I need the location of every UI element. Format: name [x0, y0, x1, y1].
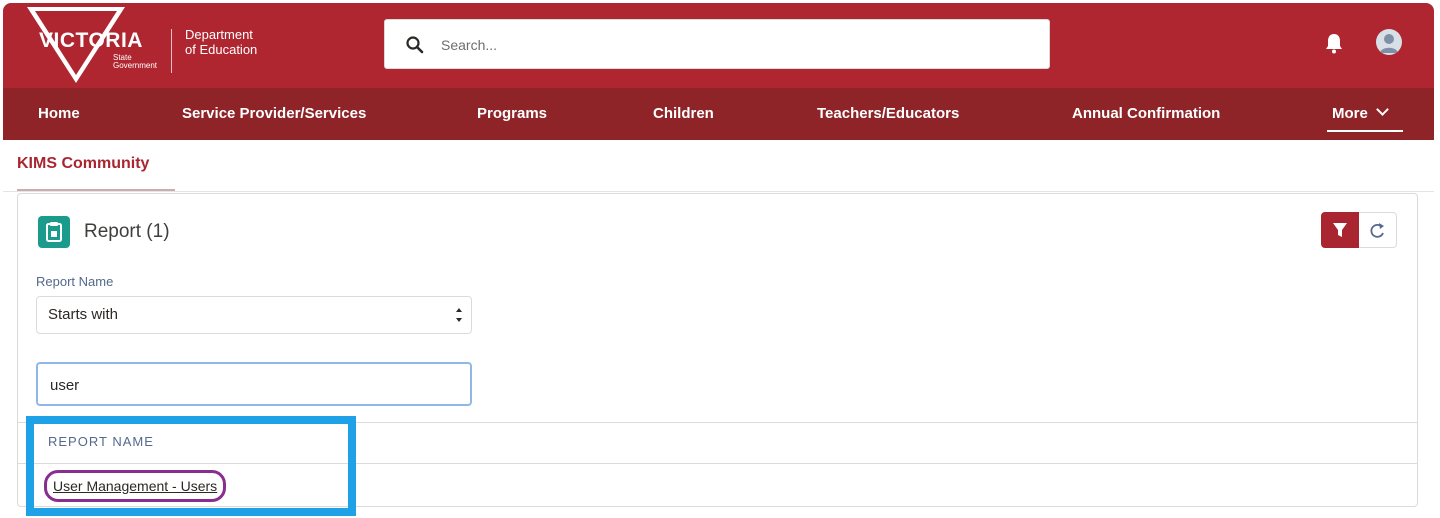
filter-icon [1333, 223, 1347, 237]
avatar-icon[interactable] [1376, 29, 1402, 55]
operator-select-value: Starts with [48, 306, 119, 323]
global-search[interactable] [384, 19, 1050, 69]
nav-item-home[interactable]: Home [38, 88, 80, 140]
nav-more-label: More [1332, 105, 1368, 122]
nav-item-programs[interactable]: Programs [477, 88, 547, 140]
victoria-logo[interactable]: VICTORIA State Government [27, 7, 159, 83]
main-nav: Home Service Provider/Services Programs … [3, 88, 1434, 140]
logo-subtext: State Government [113, 53, 158, 70]
search-input[interactable] [441, 30, 1031, 60]
clipboard-icon [46, 222, 62, 242]
nav-more-menu[interactable]: More [1327, 88, 1403, 132]
select-arrows-icon [456, 308, 462, 322]
nav-item-service-provider-services[interactable]: Service Provider/Services [182, 88, 366, 140]
bell-icon[interactable] [1322, 31, 1346, 55]
nav-item-annual-confirmation[interactable]: Annual Confirmation [1072, 88, 1220, 140]
annotation-highlight-box [26, 416, 356, 516]
avatar-silhouette [1380, 34, 1398, 53]
header-bar: VICTORIA State Government Department of … [3, 3, 1434, 88]
filter-button[interactable] [1321, 212, 1359, 248]
report-name-label: Report Name [36, 274, 114, 289]
report-name-filter-input[interactable] [50, 373, 450, 397]
report-list-title: Report (1) [84, 221, 170, 242]
operator-select[interactable]: Starts with [36, 296, 472, 334]
department-label: Department of Education [185, 27, 285, 57]
report-icon [38, 216, 70, 248]
tab-divider [3, 191, 1434, 192]
logo-wordmark: VICTORIA [39, 29, 143, 52]
search-icon [406, 36, 424, 54]
department-line-1: Department [185, 27, 253, 42]
nav-item-children[interactable]: Children [653, 88, 714, 140]
nav-item-teachers-educators[interactable]: Teachers/Educators [817, 88, 959, 140]
chevron-down-icon [1375, 103, 1389, 116]
logo-divider [171, 29, 172, 73]
tab-kims-community[interactable]: KIMS Community [17, 155, 149, 173]
refresh-button[interactable] [1359, 212, 1397, 248]
report-name-filter-field[interactable] [36, 362, 472, 406]
department-line-2: of Education [185, 42, 258, 57]
refresh-icon [1370, 223, 1384, 238]
